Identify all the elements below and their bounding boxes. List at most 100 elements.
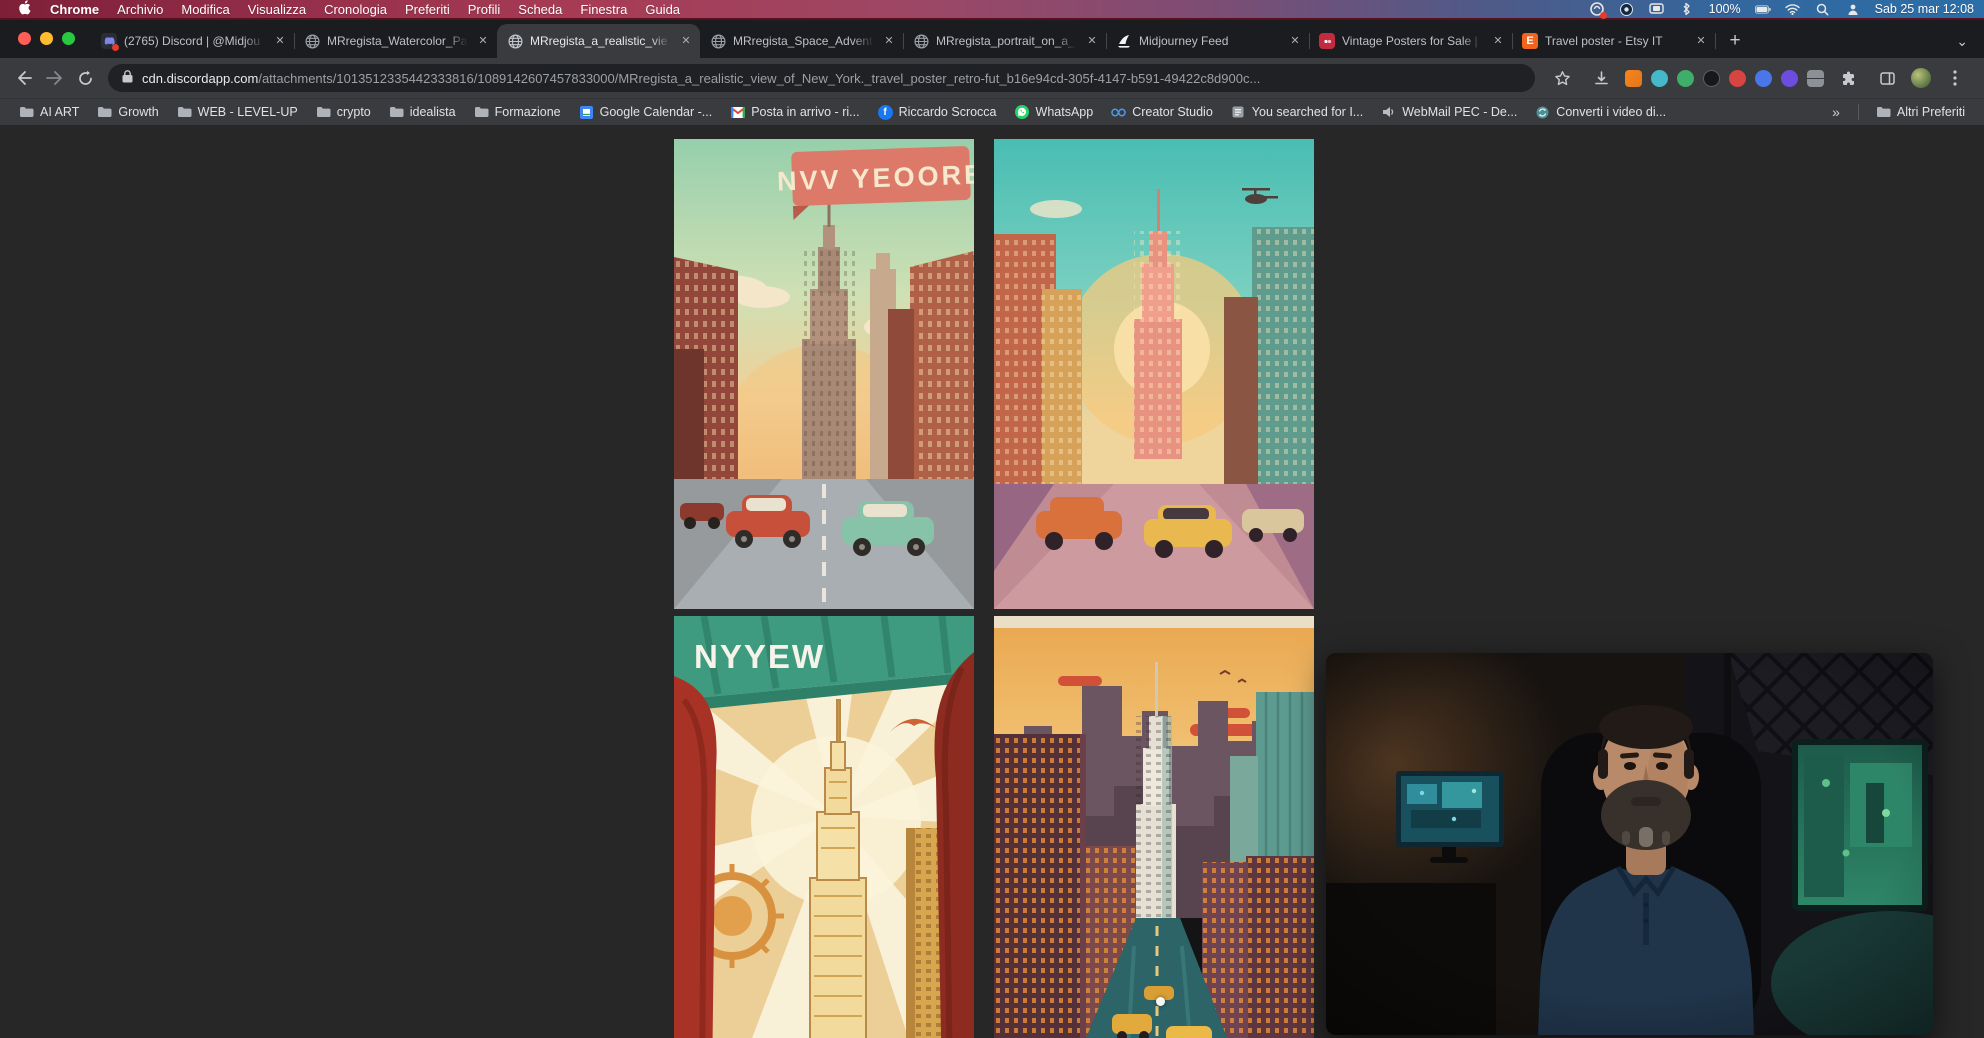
tab-close-icon[interactable]: ✕ [272, 33, 288, 49]
bookmark-whatsapp[interactable]: WhatsApp [1008, 103, 1101, 122]
address-bar[interactable]: cdn.discordapp.com /attachments/10135123… [108, 64, 1535, 92]
apple-menu-icon[interactable] [10, 0, 41, 18]
bookmark-folder-ai-art[interactable]: AI ART [12, 103, 86, 122]
tab-close-icon[interactable]: ✕ [881, 33, 897, 49]
bookmark-webmail-pec[interactable]: WebMail PEC - De... [1374, 103, 1524, 122]
tab-vintage-posters[interactable]: Vintage Posters for Sale | ✕ [1309, 24, 1512, 58]
tab-portrait[interactable]: MRregista_portrait_on_a_ ✕ [903, 24, 1106, 58]
notification-app-icon[interactable] [1589, 1, 1605, 17]
tab-title: Travel poster - Etsy IT [1545, 34, 1686, 48]
toolbar-right-icons [1547, 63, 1974, 93]
bookmark-folder-web-level-up[interactable]: WEB - LEVEL-UP [170, 103, 305, 122]
tab-close-icon[interactable]: ✕ [1084, 33, 1100, 49]
profile-avatar[interactable] [1911, 68, 1931, 88]
poster-title-bottom-left: NYYEW [694, 638, 825, 675]
bookmark-creator-studio[interactable]: Creator Studio [1104, 103, 1220, 122]
menubar-item-finestra[interactable]: Finestra [571, 2, 636, 17]
gmail-icon [730, 105, 745, 120]
purple-extension-icon[interactable] [1781, 70, 1798, 87]
bookmark-label: WEB - LEVEL-UP [198, 105, 298, 119]
menubar-item-modifica[interactable]: Modifica [172, 2, 238, 17]
menubar-clock[interactable]: Sab 25 mar 12:08 [1875, 2, 1974, 16]
side-panel-icon[interactable] [1872, 63, 1902, 93]
bookmark-label: Formazione [495, 105, 561, 119]
extensions-puzzle-icon[interactable] [1833, 63, 1863, 93]
bookmark-label: Altri Preferiti [1897, 105, 1965, 119]
menubar-item-cronologia[interactable]: Cronologia [315, 2, 396, 17]
menubar-item-profili[interactable]: Profili [459, 2, 510, 17]
bookmark-label: WhatsApp [1036, 105, 1094, 119]
menubar-item-scheda[interactable]: Scheda [509, 2, 571, 17]
fox-extension-icon[interactable] [1625, 70, 1642, 87]
bookmark-folder-crypto[interactable]: crypto [309, 103, 378, 122]
bookmark-google-calendar[interactable]: Google Calendar -... [572, 103, 720, 122]
tab-realistic-view-active[interactable]: MRregista_a_realistic_vie ✕ [497, 24, 700, 58]
tab-close-icon[interactable]: ✕ [475, 33, 491, 49]
tab-discord[interactable]: (2765) Discord | @Midjou ✕ [91, 24, 294, 58]
wifi-icon[interactable] [1785, 1, 1801, 17]
tab-space-adventure[interactable]: MRregista_Space_Advent ✕ [700, 24, 903, 58]
fast-user-switch-icon[interactable] [1845, 1, 1861, 17]
menubar-item-guida[interactable]: Guida [636, 2, 689, 17]
tab-title: MRregista_portrait_on_a_ [936, 34, 1077, 48]
tab-title: Vintage Posters for Sale | [1342, 34, 1483, 48]
bookmark-label: AI ART [40, 105, 79, 119]
menubar-item-visualizza[interactable]: Visualizza [239, 2, 315, 17]
folder-icon [19, 105, 34, 120]
minimize-window-button[interactable] [40, 32, 53, 45]
bookmark-label: You searched for I... [1252, 105, 1363, 119]
grid-extension-icon[interactable] [1807, 70, 1824, 87]
tab-search-chevron-icon[interactable]: ⌄ [1956, 33, 1984, 50]
tab-etsy[interactable]: E Travel poster - Etsy IT ✕ [1512, 24, 1715, 58]
bluetooth-icon[interactable] [1679, 1, 1695, 17]
bookmarks-divider [1858, 104, 1859, 120]
bookmark-facebook-profile[interactable]: f Riccardo Scrocca [871, 103, 1004, 122]
red-extension-icon[interactable] [1729, 70, 1746, 87]
bookmark-label: idealista [410, 105, 456, 119]
reload-button[interactable] [70, 63, 100, 93]
install-icon[interactable] [1586, 63, 1616, 93]
forward-button[interactable] [40, 63, 70, 93]
folder-icon [97, 105, 112, 120]
other-bookmarks-folder[interactable]: Altri Preferiti [1869, 103, 1972, 122]
tab-close-icon[interactable]: ✕ [1287, 33, 1303, 49]
discord-favicon [101, 33, 117, 49]
tab-title: (2765) Discord | @Midjou [124, 34, 265, 48]
close-window-button[interactable] [18, 32, 31, 45]
shield-icon[interactable] [1619, 1, 1635, 17]
lock-icon[interactable] [122, 70, 134, 86]
dark-circle-extension-icon[interactable] [1703, 70, 1720, 87]
chrome-tabstrip: (2765) Discord | @Midjou ✕ MRregista_Wat… [0, 20, 1984, 58]
menubar-item-chrome[interactable]: Chrome [41, 2, 108, 17]
bookmark-gmail-inbox[interactable]: Posta in arrivo - ri... [723, 103, 866, 122]
display-icon[interactable] [1649, 1, 1665, 17]
cursor-dot [1156, 997, 1165, 1006]
url-path: /attachments/1013512335442333816/1089142… [258, 71, 1521, 86]
tab-watercolor[interactable]: MRregista_Watercolor_Pa ✕ [294, 24, 497, 58]
leaf-extension-icon[interactable] [1677, 70, 1694, 87]
teal-extension-icon[interactable] [1651, 70, 1668, 87]
tab-close-icon[interactable]: ✕ [678, 33, 694, 49]
bookmark-folder-idealista[interactable]: idealista [382, 103, 463, 122]
new-tab-button[interactable]: + [1721, 27, 1749, 55]
blue-extension-icon[interactable] [1755, 70, 1772, 87]
convert-arrows-icon [1535, 105, 1550, 120]
generic-page-icon [1231, 105, 1246, 120]
back-button[interactable] [10, 63, 40, 93]
menubar-item-preferiti[interactable]: Preferiti [396, 2, 459, 17]
zoom-window-button[interactable] [62, 32, 75, 45]
bookmark-you-searched[interactable]: You searched for I... [1224, 103, 1370, 122]
spotlight-search-icon[interactable] [1815, 1, 1831, 17]
tab-midjourney-feed[interactable]: Midjourney Feed ✕ [1106, 24, 1309, 58]
menubar-item-archivio[interactable]: Archivio [108, 2, 172, 17]
bookmark-folder-formazione[interactable]: Formazione [467, 103, 568, 122]
bookmark-label: crypto [337, 105, 371, 119]
tab-close-icon[interactable]: ✕ [1490, 33, 1506, 49]
bookmark-star-icon[interactable] [1547, 63, 1577, 93]
tab-title: MRregista_Watercolor_Pa [327, 34, 468, 48]
bookmark-converti-video[interactable]: Converti i video di... [1528, 103, 1673, 122]
bookmarks-overflow-chevron[interactable]: » [1824, 104, 1848, 120]
bookmark-folder-growth[interactable]: Growth [90, 103, 165, 122]
tab-close-icon[interactable]: ✕ [1693, 33, 1709, 49]
kebab-menu-icon[interactable] [1940, 63, 1970, 93]
